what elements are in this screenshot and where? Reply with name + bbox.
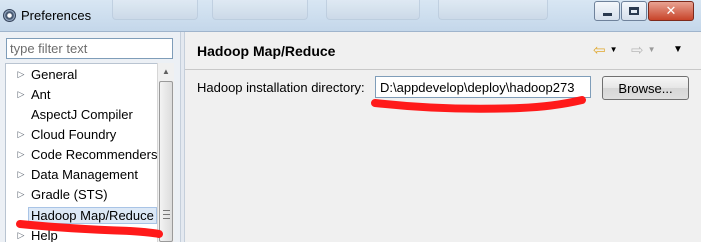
tree-item-general[interactable]: ▷ General	[6, 64, 157, 84]
background-tab	[326, 0, 420, 20]
tree-item-gradle-sts[interactable]: ▷ Gradle (STS)	[6, 184, 157, 204]
tree-item-code-recommenders[interactable]: ▷ Code Recommenders	[6, 144, 157, 164]
eclipse-icon	[3, 9, 16, 22]
maximize-button[interactable]	[621, 1, 647, 21]
forward-dropdown-icon[interactable]: ▼	[648, 46, 656, 54]
expand-arrow-icon[interactable]: ▷	[14, 69, 28, 80]
maximize-icon	[629, 7, 639, 15]
tree-item-label: Code Recommenders	[31, 146, 157, 162]
view-menu[interactable]: ▼	[673, 42, 683, 58]
header-divider	[185, 69, 701, 70]
preferences-navigation: ▷ General ▷ Ant AspectJ Compiler ▷ Cloud…	[0, 32, 180, 242]
tree-item-label: Data Management	[31, 166, 138, 182]
expand-arrow-icon[interactable]: ▷	[14, 189, 28, 200]
expand-arrow-icon[interactable]: ▷	[14, 169, 28, 180]
expand-arrow-icon[interactable]: ▷	[14, 129, 28, 140]
preferences-tree: ▷ General ▷ Ant AspectJ Compiler ▷ Cloud…	[5, 63, 157, 242]
back-nav[interactable]: ⇦ ▼	[593, 42, 618, 58]
background-tab	[212, 0, 308, 20]
scroll-thumb[interactable]	[159, 81, 173, 242]
title-bar: Preferences ✕	[0, 0, 701, 32]
minimize-icon	[602, 12, 612, 16]
grip-icon	[163, 210, 170, 219]
close-icon: ✕	[665, 3, 677, 19]
preference-page: Hadoop Map/Reduce ⇦ ▼ ⇨ ▼ ▼ Hadoop insta…	[185, 32, 701, 242]
expand-arrow-icon[interactable]: ▷	[14, 149, 28, 160]
background-tab	[112, 0, 198, 20]
tree-item-label: Help	[31, 227, 58, 242]
tree-item-aspectj-compiler[interactable]: AspectJ Compiler	[6, 104, 157, 124]
hadoop-dir-label: Hadoop installation directory:	[197, 80, 365, 95]
expand-arrow-icon[interactable]: ▷	[14, 230, 28, 241]
tree-item-label: Ant	[31, 86, 51, 102]
browse-button[interactable]: Browse...	[602, 76, 689, 100]
tree-item-label: AspectJ Compiler	[31, 106, 133, 122]
filter-input[interactable]	[6, 38, 173, 59]
back-dropdown-icon[interactable]: ▼	[610, 46, 618, 54]
tree-item-hadoop-map-reduce[interactable]: Hadoop Map/Reduce	[6, 205, 157, 225]
minimize-button[interactable]	[594, 1, 620, 21]
page-title: Hadoop Map/Reduce	[197, 43, 336, 59]
tree-item-cloud-foundry[interactable]: ▷ Cloud Foundry	[6, 124, 157, 144]
tree-item-ant[interactable]: ▷ Ant	[6, 84, 157, 104]
window-title: Preferences	[21, 8, 92, 23]
scroll-up-icon[interactable]: ▲	[158, 63, 174, 79]
tree-item-label: Hadoop Map/Reduce	[28, 206, 157, 224]
close-button[interactable]: ✕	[648, 1, 694, 21]
hadoop-dir-input[interactable]	[375, 76, 591, 98]
background-tab	[438, 0, 548, 20]
background-editor-tabs	[112, 0, 582, 20]
tree-item-data-management[interactable]: ▷ Data Management	[6, 164, 157, 184]
tree-item-label: General	[31, 66, 78, 82]
tree-scrollbar[interactable]: ▲	[157, 63, 174, 242]
tree-item-label: Cloud Foundry	[31, 126, 117, 142]
expand-arrow-icon[interactable]: ▷	[14, 89, 28, 100]
view-menu-icon[interactable]: ▼	[673, 45, 683, 55]
forward-arrow-icon[interactable]: ⇨	[631, 42, 644, 58]
tree-item-label: Gradle (STS)	[31, 186, 108, 202]
forward-nav[interactable]: ⇨ ▼	[631, 42, 656, 58]
tree-item-help[interactable]: ▷ Help	[6, 225, 157, 242]
back-arrow-icon[interactable]: ⇦	[593, 42, 606, 58]
